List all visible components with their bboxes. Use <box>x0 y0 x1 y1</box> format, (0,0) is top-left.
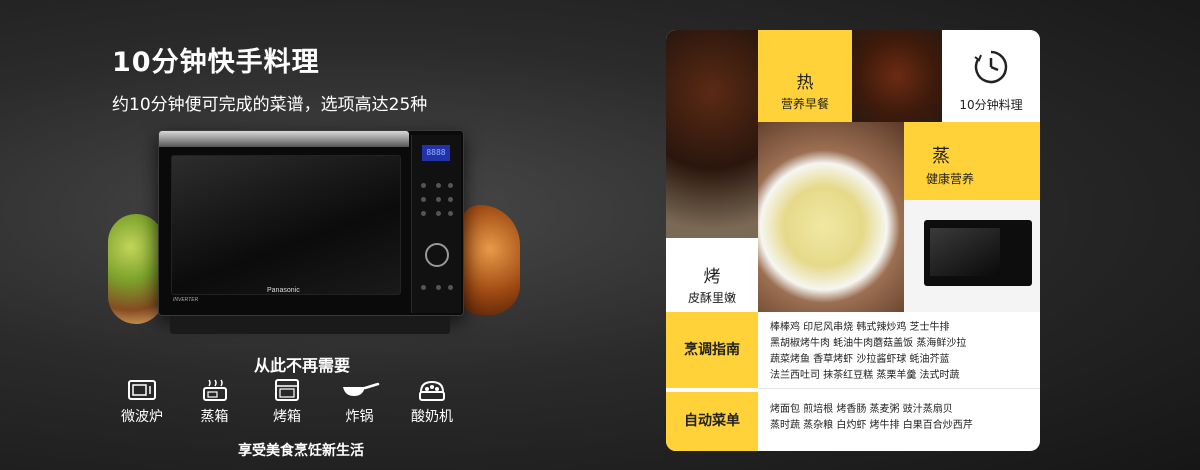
tile-bake-char: 烤 <box>703 267 721 287</box>
tile-clock: 10分钟料理 <box>942 30 1040 122</box>
clock-icon <box>974 50 1008 84</box>
oven-button <box>421 211 426 216</box>
yogurt-maker-icon <box>419 380 445 401</box>
oven-inverter-badge: INVERTER <box>173 297 199 303</box>
microwave-icon <box>128 380 156 400</box>
oven-control-panel: 8888 <box>411 135 461 313</box>
footer-tagline: 享受美食烹饪新生活 <box>238 443 364 459</box>
oven-button <box>436 197 441 202</box>
tile-hot-char: 热 <box>796 73 814 93</box>
cooking-guide-list: 棒棒鸡 印尼风串烧 韩式辣炒鸡 芝士牛排 黑胡椒烤牛肉 蚝油牛肉蘑菇盖饭 蒸海鲜… <box>770 320 1034 384</box>
tile-bake: 烤 皮酥里嫩 <box>666 238 758 312</box>
appliance-list: 微波炉 蒸箱 烤箱 炸锅 酸奶机 <box>112 378 462 434</box>
tile-steam: 蒸 健康营养 <box>904 122 1040 200</box>
divider <box>758 388 1040 389</box>
cooking-guide-line: 棒棒鸡 印尼风串烧 韩式辣炒鸡 芝士牛排 <box>770 322 950 333</box>
cooking-guide-line: 蔬菜烤鱼 香草烤虾 沙拉酱虾球 蚝油芥蓝 <box>770 354 950 365</box>
roast-chicken-image <box>460 205 520 315</box>
appliance-label: 微波炉 <box>121 409 163 425</box>
oven-photo <box>904 200 1040 312</box>
cooking-guide-line: 法兰西吐司 抹茶红豆糕 蒸栗羊羹 法式时蔬 <box>770 370 960 381</box>
steak-photo <box>666 30 758 238</box>
subline: 约10分钟便可完成的菜谱，选项高达25种 <box>112 95 428 115</box>
headline: 10分钟快手料理 <box>112 47 320 78</box>
oven-button <box>421 285 426 290</box>
tile-hot-caption: 营养早餐 <box>780 97 829 111</box>
fryer-icon <box>342 382 379 396</box>
burger-image <box>108 214 164 324</box>
appliance-item: 炸锅 <box>330 378 390 434</box>
appliance-item: 蒸箱 <box>185 378 245 434</box>
oven-image: INVERTER Panasonic 8888 <box>158 130 464 316</box>
oven-button <box>448 197 453 202</box>
oven-button <box>448 183 453 188</box>
auto-menu-line: 蒸时蔬 蒸杂粮 白灼虾 烤牛排 白果百合炒西芹 <box>770 420 973 431</box>
oven-window <box>171 155 401 295</box>
steamed-egg-photo <box>758 122 904 312</box>
no-need-title: 从此不再需要 <box>254 356 351 375</box>
cooking-guide-label: 烹调指南 <box>666 312 758 388</box>
appliance-label: 酸奶机 <box>411 409 453 425</box>
auto-menu-list: 烤面包 煎培根 烤香肠 蒸麦粥 豉汁蒸扇贝 蒸时蔬 蒸杂粮 白灼虾 烤牛排 白果… <box>770 402 1034 434</box>
appliance-item: 酸奶机 <box>402 378 462 434</box>
cooking-guide-line: 黑胡椒烤牛肉 蚝油牛肉蘑菇盖饭 蒸海鲜沙拉 <box>770 338 967 349</box>
oven-handle <box>159 131 409 147</box>
appliance-item: 烤箱 <box>257 378 317 434</box>
appliance-label: 蒸箱 <box>200 409 229 425</box>
tile-bake-caption: 皮酥里嫩 <box>687 291 736 305</box>
braised-pork-photo <box>852 30 942 122</box>
oven-button <box>436 211 441 216</box>
oven-button <box>421 197 426 202</box>
tile-steam-char: 蒸 <box>932 146 950 167</box>
oven-brand-logo: Panasonic <box>267 287 300 294</box>
auto-menu-label: 自动菜单 <box>666 392 758 451</box>
feature-card: 热 营养早餐 10分钟料理 蒸 健康营养 烤 皮酥里嫩 烹调指南 棒棒鸡 印尼风… <box>666 30 1040 451</box>
oven-button <box>448 285 453 290</box>
steamer-icon <box>202 379 227 401</box>
oven-button <box>436 183 441 188</box>
appliance-label: 烤箱 <box>273 409 301 425</box>
appliance-item: 微波炉 <box>112 378 172 434</box>
oven-button <box>421 183 426 188</box>
oven-base <box>170 316 450 334</box>
oven-display: 8888 <box>422 145 450 161</box>
mini-oven-image <box>924 220 1032 286</box>
tile-steam-caption: 健康营养 <box>926 172 975 186</box>
oven-button <box>448 211 453 216</box>
auto-menu-line: 烤面包 煎培根 烤香肠 蒸麦粥 豉汁蒸扇贝 <box>770 404 953 415</box>
oven-dial <box>425 243 449 267</box>
oven-icon <box>275 379 299 401</box>
appliance-label: 炸锅 <box>345 409 374 425</box>
oven-button <box>436 285 441 290</box>
tile-hot: 热 营养早餐 <box>758 30 852 122</box>
tile-clock-caption: 10分钟料理 <box>959 98 1023 112</box>
